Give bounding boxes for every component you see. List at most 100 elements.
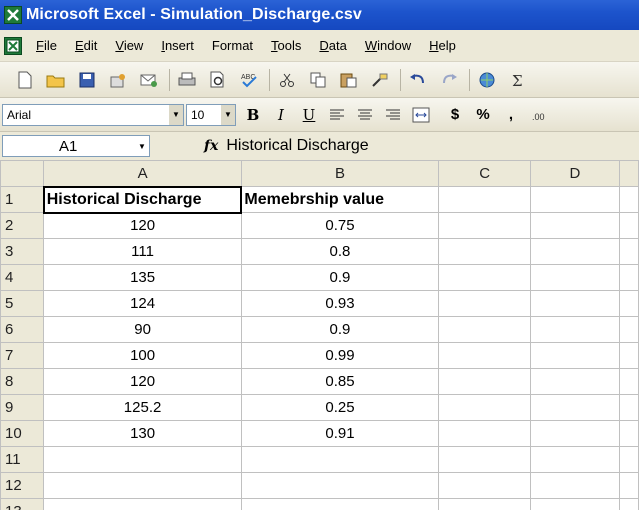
cell-d1[interactable]: [530, 186, 620, 213]
cell-d10[interactable]: [530, 420, 620, 447]
spelling-icon[interactable]: ABC: [238, 69, 260, 91]
excel-app-icon[interactable]: [4, 6, 22, 24]
cell-c1[interactable]: [438, 186, 532, 213]
cell-a10[interactable]: 130: [43, 420, 242, 447]
cell-b4[interactable]: 0.9: [240, 264, 440, 291]
align-right-icon[interactable]: [382, 104, 404, 126]
permission-icon[interactable]: [107, 69, 129, 91]
row-header[interactable]: 2: [0, 212, 45, 239]
chevron-down-icon[interactable]: ▼: [169, 104, 183, 125]
cell-d11[interactable]: [530, 446, 620, 473]
row-header[interactable]: 1: [0, 186, 45, 213]
chevron-down-icon[interactable]: ▼: [135, 136, 149, 156]
cell-d5[interactable]: [530, 290, 620, 317]
cell-e3[interactable]: [618, 238, 639, 265]
cell-a5[interactable]: 124: [43, 290, 242, 317]
cell-c3[interactable]: [438, 238, 532, 265]
cell-e1[interactable]: [618, 186, 639, 213]
cell-d9[interactable]: [530, 394, 620, 421]
cell-a8[interactable]: 120: [43, 368, 242, 395]
menu-file[interactable]: File: [36, 36, 57, 55]
select-all-corner[interactable]: [0, 160, 45, 187]
cell-a12[interactable]: [43, 472, 242, 499]
font-name-select[interactable]: Arial ▼: [2, 103, 184, 126]
menu-help[interactable]: Help: [429, 36, 456, 55]
menu-window[interactable]: Window: [365, 36, 411, 55]
cell-a3[interactable]: 111: [43, 238, 242, 265]
align-center-icon[interactable]: [354, 104, 376, 126]
align-left-icon[interactable]: [326, 104, 348, 126]
cell-e12[interactable]: [618, 472, 639, 499]
cell-e2[interactable]: [618, 212, 639, 239]
cell-b10[interactable]: 0.91: [240, 420, 440, 447]
cell-e9[interactable]: [618, 394, 639, 421]
cell-d7[interactable]: [530, 342, 620, 369]
cell-c10[interactable]: [438, 420, 532, 447]
underline-button[interactable]: U: [298, 104, 320, 126]
cell-c2[interactable]: [438, 212, 532, 239]
row-header[interactable]: 10: [0, 420, 45, 447]
cell-e4[interactable]: [618, 264, 639, 291]
cell-a2[interactable]: 120: [43, 212, 242, 239]
row-header[interactable]: 7: [0, 342, 45, 369]
menu-view[interactable]: View: [115, 36, 143, 55]
cell-a9[interactable]: 125.2: [43, 394, 242, 421]
cell-c12[interactable]: [438, 472, 532, 499]
open-icon[interactable]: [45, 69, 67, 91]
formula-input[interactable]: Historical Discharge: [224, 137, 368, 155]
italic-button[interactable]: I: [270, 104, 292, 126]
column-header-d[interactable]: D: [530, 160, 620, 187]
column-header-b[interactable]: B: [240, 160, 440, 187]
cell-c9[interactable]: [438, 394, 532, 421]
redo-icon[interactable]: [438, 69, 460, 91]
cell-a13[interactable]: [43, 498, 242, 510]
hyperlink-icon[interactable]: [476, 69, 498, 91]
cell-b12[interactable]: [240, 472, 440, 499]
cell-e10[interactable]: [618, 420, 639, 447]
column-header-c[interactable]: C: [438, 160, 532, 187]
cell-c8[interactable]: [438, 368, 532, 395]
cell-e7[interactable]: [618, 342, 639, 369]
row-header[interactable]: 11: [0, 446, 45, 473]
cell-b13[interactable]: [240, 498, 440, 510]
cell-b9[interactable]: 0.25: [240, 394, 440, 421]
cell-c11[interactable]: [438, 446, 532, 473]
comma-button[interactable]: ,: [500, 104, 522, 126]
cell-d3[interactable]: [530, 238, 620, 265]
cell-d8[interactable]: [530, 368, 620, 395]
cell-a1[interactable]: Historical Discharge: [42, 185, 243, 214]
row-header[interactable]: 8: [0, 368, 45, 395]
row-header[interactable]: 4: [0, 264, 45, 291]
cell-b5[interactable]: 0.93: [240, 290, 440, 317]
print-preview-icon[interactable]: [207, 69, 229, 91]
currency-button[interactable]: $: [444, 104, 466, 126]
cell-e13[interactable]: [618, 498, 639, 510]
cell-b7[interactable]: 0.99: [240, 342, 440, 369]
save-icon[interactable]: [76, 69, 98, 91]
format-painter-icon[interactable]: [369, 69, 391, 91]
cell-c4[interactable]: [438, 264, 532, 291]
cell-c13[interactable]: [438, 498, 532, 510]
cell-b8[interactable]: 0.85: [240, 368, 440, 395]
cell-d4[interactable]: [530, 264, 620, 291]
name-box[interactable]: A1 ▼: [2, 135, 150, 157]
paste-icon[interactable]: [338, 69, 360, 91]
cell-c5[interactable]: [438, 290, 532, 317]
cell-d13[interactable]: [530, 498, 620, 510]
cell-c6[interactable]: [438, 316, 532, 343]
email-icon[interactable]: [138, 69, 160, 91]
chevron-down-icon[interactable]: ▼: [221, 104, 235, 125]
undo-icon[interactable]: [407, 69, 429, 91]
cell-b3[interactable]: 0.8: [240, 238, 440, 265]
autosum-icon[interactable]: Σ: [507, 69, 529, 91]
font-size-select[interactable]: 10 ▼: [186, 103, 236, 126]
cell-e5[interactable]: [618, 290, 639, 317]
cell-c7[interactable]: [438, 342, 532, 369]
cell-b6[interactable]: 0.9: [240, 316, 440, 343]
cell-b2[interactable]: 0.75: [240, 212, 440, 239]
workbook-icon[interactable]: [4, 36, 22, 55]
row-header[interactable]: 6: [0, 316, 45, 343]
menu-edit[interactable]: Edit: [75, 36, 97, 55]
cell-b1[interactable]: Memebrship value: [240, 186, 440, 213]
column-header-a[interactable]: A: [43, 160, 242, 187]
